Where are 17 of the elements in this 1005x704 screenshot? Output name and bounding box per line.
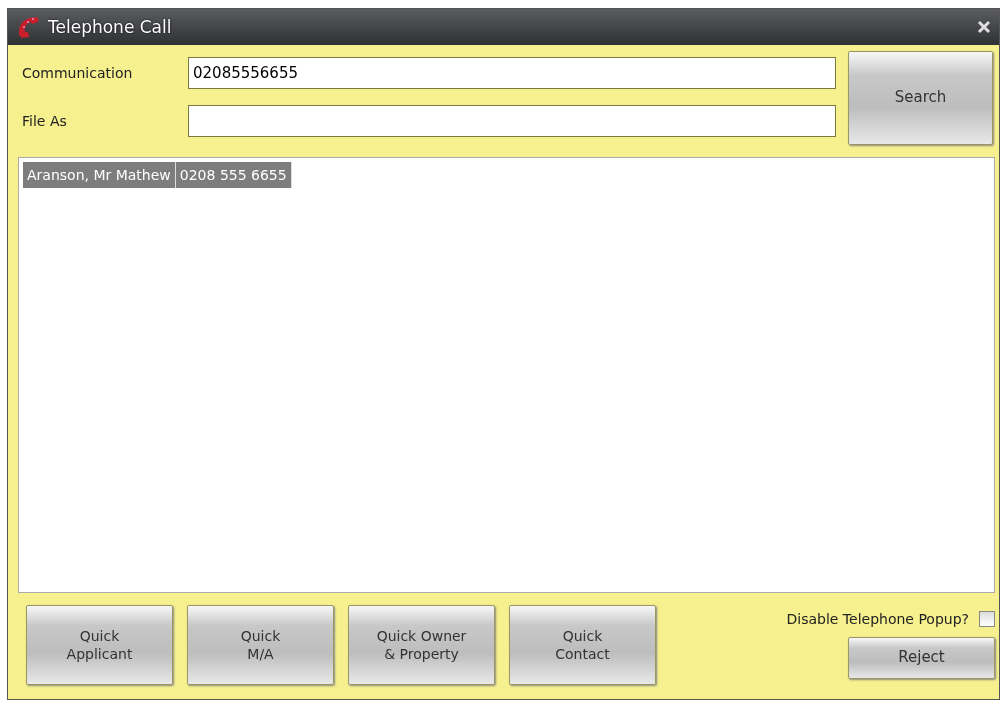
telephone-icon: [16, 15, 42, 39]
search-button[interactable]: Search: [848, 51, 993, 145]
input-field[interactable]: 02085556655: [188, 57, 836, 89]
checkbox[interactable]: [979, 611, 995, 627]
quick-button[interactable]: Quick M/A: [187, 605, 334, 685]
table-cell[interactable]: 0208 555 6655: [175, 162, 292, 188]
close-icon[interactable]: [977, 20, 991, 34]
reject-button[interactable]: Reject: [848, 637, 995, 679]
table-cell[interactable]: Aranson, Mr Mathew: [23, 162, 176, 188]
quick-button[interactable]: Quick Applicant: [26, 605, 173, 685]
quick-button[interactable]: Quick Owner & Property: [348, 605, 495, 685]
checkbox-label: Disable Telephone Popup?: [786, 611, 969, 627]
field-label: Communication: [22, 65, 134, 81]
window-title: Telephone Call: [48, 17, 172, 37]
quick-button[interactable]: Quick Contact: [509, 605, 656, 685]
field-label: File As: [22, 113, 68, 129]
input-field[interactable]: [188, 105, 836, 137]
